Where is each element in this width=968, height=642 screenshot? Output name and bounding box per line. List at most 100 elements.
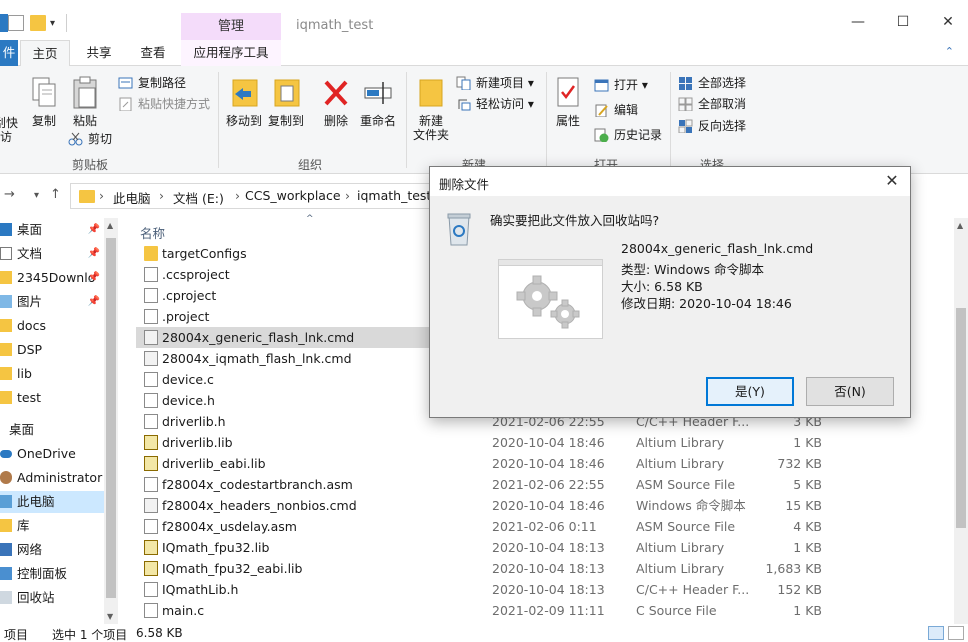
- breadcrumb-ccs-workplace[interactable]: CCS_workplace: [245, 188, 341, 203]
- up-arrow-icon[interactable]: ↑: [50, 187, 61, 202]
- tab-share[interactable]: 共享: [72, 40, 126, 66]
- list-item[interactable]: IQmath_fpu32_eabi.lib 2020-10-04 18:13 Alt…: [136, 558, 956, 579]
- nav-item-2345downloads[interactable]: 2345Downlo 📌: [0, 267, 104, 289]
- list-item[interactable]: f28004x_codestartbranch.asm 2021-02-06 22…: [136, 474, 956, 495]
- close-icon[interactable]: ✕: [882, 171, 902, 190]
- list-item[interactable]: driverlib_eabi.lib 2020-10-04 18:46 Altium…: [136, 453, 956, 474]
- yes-button[interactable]: 是(Y): [706, 377, 794, 406]
- nav-label: 库: [17, 518, 30, 533]
- select-none-button[interactable]: 全部取消: [678, 95, 746, 113]
- nav-item-network[interactable]: 网络: [0, 539, 104, 561]
- select-all-button[interactable]: 全部选择: [678, 74, 746, 92]
- nav-item-this-pc[interactable]: 此电脑: [0, 491, 104, 513]
- edit-button[interactable]: 编辑: [594, 101, 638, 119]
- invert-selection-button[interactable]: 反向选择: [678, 117, 746, 135]
- list-item[interactable]: IQmath_fpu32.lib 2020-10-04 18:13 Altium L…: [136, 537, 956, 558]
- nav-item-lib[interactable]: lib: [0, 363, 104, 385]
- file-icon: [144, 477, 158, 492]
- nav-item-desktop[interactable]: 桌面 📌: [0, 219, 104, 241]
- nav-label: 控制面板: [17, 566, 68, 581]
- file-size: 1 KB: [793, 540, 822, 555]
- list-item[interactable]: IQmathLib.h 2020-10-04 18:13 C/C++ Header …: [136, 579, 956, 600]
- column-header-name[interactable]: 名称: [140, 223, 165, 242]
- paste-shortcut-button[interactable]: 粘贴快捷方式: [118, 95, 210, 113]
- cut-label: 剪切: [88, 132, 113, 146]
- list-item-selected[interactable]: 28004x_generic_flash_lnk.cmd: [136, 327, 432, 348]
- scroll-up-icon[interactable]: ▲: [107, 221, 113, 230]
- chevron-up-icon[interactable]: ⌃: [945, 45, 954, 58]
- nav-item-recycle-bin[interactable]: 回收站: [0, 587, 104, 609]
- details-view-icon[interactable]: [928, 626, 944, 640]
- list-item[interactable]: main.c 2021-02-09 11:11 C Source File 1 KB: [136, 600, 956, 621]
- file-list-scrollbar-thumb[interactable]: [956, 308, 966, 528]
- scroll-down-icon[interactable]: ▼: [107, 612, 113, 621]
- tab-app-tools[interactable]: 应用程序工具: [181, 40, 281, 66]
- nav-item-documents[interactable]: 文档 📌: [0, 243, 104, 265]
- nav-item-test[interactable]: test: [0, 387, 104, 409]
- file-name: targetConfigs: [162, 246, 247, 261]
- breadcrumb-drive-e[interactable]: 文档 (E:): [173, 188, 224, 207]
- delete-button[interactable]: 删除: [320, 76, 352, 128]
- address-bar[interactable]: › 此电脑 › 文档 (E:) › CCS_workplace › iqmath…: [70, 183, 431, 209]
- copy-button[interactable]: 复制: [28, 76, 60, 128]
- new-folder-button[interactable]: 新建 文件夹: [410, 76, 452, 142]
- copy-to-label: 复制到: [267, 114, 304, 128]
- pin-icon: 📌: [87, 296, 100, 307]
- nav-label: lib: [17, 366, 32, 381]
- easy-access-button[interactable]: 轻松访问 ▾: [456, 95, 534, 113]
- nav-item-onedrive[interactable]: OneDrive: [0, 443, 104, 465]
- history-button[interactable]: 历史记录: [594, 126, 662, 144]
- rename-button[interactable]: 重命名: [358, 76, 398, 128]
- properties-button[interactable]: 属性: [550, 76, 586, 128]
- nav-scrollbar-thumb[interactable]: [106, 238, 116, 598]
- file-tab[interactable]: 件: [0, 40, 18, 66]
- tab-home[interactable]: 主页: [20, 40, 70, 67]
- nav-item-administrator[interactable]: Administrator: [0, 467, 104, 489]
- nav-item-libraries[interactable]: 库: [0, 515, 104, 537]
- no-button[interactable]: 否(N): [806, 377, 894, 406]
- new-item-label: 新建项目: [476, 76, 525, 90]
- list-item[interactable]: driverlib.lib 2020-10-04 18:46 Altium Libr…: [136, 432, 956, 453]
- new-folder-quick-icon[interactable]: [30, 15, 46, 31]
- file-date: 2020-10-04 18:46: [492, 498, 605, 513]
- nav-label: 回收站: [17, 590, 55, 605]
- file-date: 2020-10-04 18:13: [492, 561, 605, 576]
- open-button[interactable]: 打开 ▾: [594, 76, 648, 94]
- nav-item-pictures[interactable]: 图片 📌: [0, 291, 104, 313]
- paste-button[interactable]: 粘贴: [68, 76, 102, 128]
- network-icon: [0, 543, 12, 556]
- breadcrumb-iqmath-test[interactable]: iqmath_test: [357, 188, 431, 203]
- quick-access-dropdown-icon[interactable]: ▾: [50, 18, 66, 34]
- computer-icon: [0, 495, 12, 508]
- copy-to-button[interactable]: 复制到: [266, 76, 306, 128]
- copy-path-button[interactable]: 复制路径: [118, 74, 186, 92]
- pin-quick-access-button[interactable]: 刮快 访: [0, 80, 18, 144]
- scroll-up-icon[interactable]: ▲: [957, 221, 963, 230]
- cut-button[interactable]: 剪切: [68, 130, 112, 148]
- nav-item-dsp[interactable]: DSP: [0, 339, 104, 361]
- nav-item-control-panel[interactable]: 控制面板: [0, 563, 104, 585]
- nav-item-docs[interactable]: docs: [0, 315, 104, 337]
- close-window-button[interactable]: ✕: [938, 14, 958, 30]
- list-item[interactable]: f28004x_headers_nonbios.cmd 2020-10-04 18…: [136, 495, 956, 516]
- status-selected: 选中 1 个项目: [52, 628, 128, 642]
- app-menu-edge[interactable]: [0, 14, 8, 32]
- minimize-button[interactable]: —: [848, 14, 868, 30]
- group-organize-label: 组织: [297, 158, 322, 172]
- new-item-button[interactable]: 新建项目 ▾: [456, 74, 534, 92]
- pin-icon: [0, 80, 13, 112]
- large-icons-view-icon[interactable]: [948, 626, 964, 640]
- move-to-button[interactable]: 移动到: [224, 76, 264, 128]
- nav-item-desktop-root[interactable]: 桌面: [0, 419, 104, 441]
- tab-view[interactable]: 查看: [126, 40, 180, 66]
- back-arrow-icon[interactable]: →: [4, 187, 15, 202]
- breadcrumb-this-pc[interactable]: 此电脑: [113, 188, 151, 207]
- recent-dropdown-icon[interactable]: ▾: [34, 190, 39, 201]
- nav-scrollbar[interactable]: ▲ ▼: [104, 218, 118, 624]
- maximize-button[interactable]: ☐: [893, 14, 913, 30]
- script-icon: [144, 498, 158, 513]
- properties-quick-icon[interactable]: [8, 15, 24, 31]
- pin-label: 刮快: [0, 116, 19, 130]
- list-item[interactable]: f28004x_usdelay.asm 2021-02-06 0:11 ASM So…: [136, 516, 956, 537]
- file-list-scrollbar[interactable]: ▲: [954, 218, 968, 624]
